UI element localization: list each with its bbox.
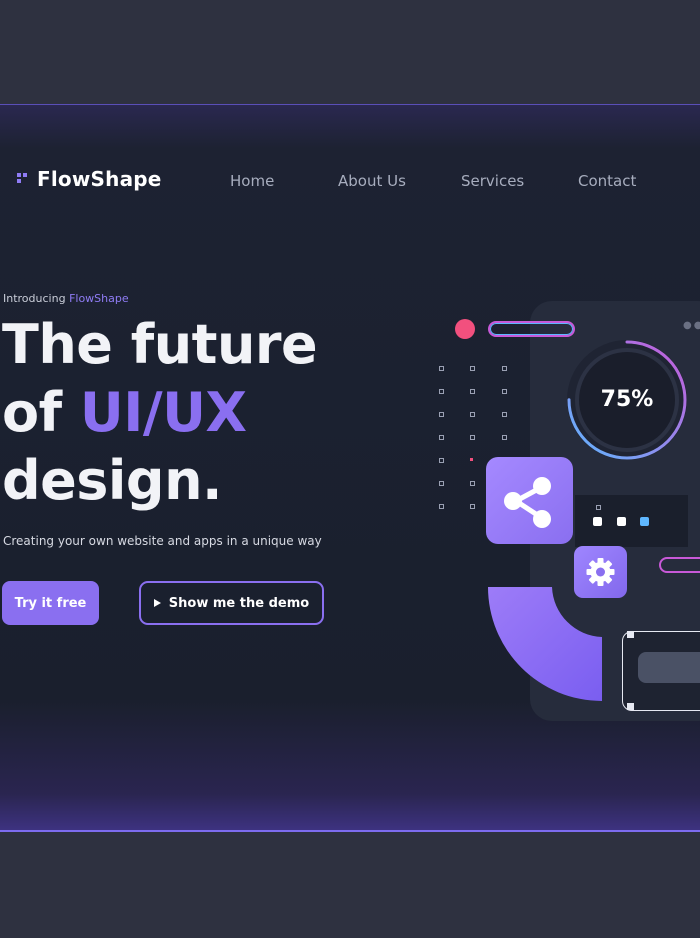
headline-line-1: The future bbox=[2, 313, 318, 376]
gradient-pill bbox=[488, 321, 575, 337]
quarter-circle-shape bbox=[488, 587, 602, 701]
headline-line-2: of UI/UX bbox=[2, 379, 317, 447]
status-square-white-1 bbox=[593, 517, 602, 526]
progress-ring: 75% bbox=[565, 338, 689, 462]
status-panel bbox=[575, 495, 688, 547]
intro-prefix: Introducing bbox=[3, 292, 66, 305]
headline: The future of UI/UX design. bbox=[2, 311, 318, 515]
status-square-white-2 bbox=[617, 517, 626, 526]
nav-item-about-us[interactable]: About Us bbox=[338, 172, 406, 190]
window-input-bar bbox=[638, 652, 700, 683]
intro-brand: FlowShape bbox=[69, 292, 129, 305]
nav-item-services[interactable]: Services bbox=[461, 172, 524, 190]
logo-text: FlowShape bbox=[37, 167, 162, 191]
headline-of: of bbox=[2, 381, 62, 444]
logo[interactable]: FlowShape bbox=[17, 167, 162, 191]
more-dots-icon: ●● bbox=[683, 320, 700, 331]
logo-mark-icon bbox=[17, 173, 29, 185]
show-demo-label: Show me the demo bbox=[168, 595, 310, 611]
share-card[interactable] bbox=[486, 457, 573, 544]
try-free-button[interactable]: Try it free bbox=[2, 581, 99, 625]
share-icon bbox=[504, 477, 551, 528]
pink-dot bbox=[455, 319, 475, 339]
frame-corner-top-left bbox=[627, 631, 634, 638]
status-marker bbox=[596, 505, 601, 510]
play-icon bbox=[153, 599, 161, 607]
headline-line-3: design. bbox=[2, 449, 223, 512]
show-demo-button[interactable]: Show me the demo bbox=[139, 581, 324, 625]
hero-section: FlowShape Home About Us Services Contact… bbox=[0, 104, 700, 832]
nav-item-home[interactable]: Home bbox=[230, 172, 274, 190]
hero-subtext: Creating your own website and apps in a … bbox=[3, 534, 322, 548]
progress-label: 75% bbox=[600, 387, 654, 412]
headline-accent: UI/UX bbox=[79, 381, 247, 444]
status-square-blue bbox=[640, 517, 649, 526]
intro-text: Introducing FlowShape bbox=[3, 292, 129, 305]
frame-corner-bottom-left bbox=[627, 703, 634, 710]
nav-item-contact[interactable]: Contact bbox=[578, 172, 636, 190]
gradient-pill-2 bbox=[659, 557, 700, 573]
